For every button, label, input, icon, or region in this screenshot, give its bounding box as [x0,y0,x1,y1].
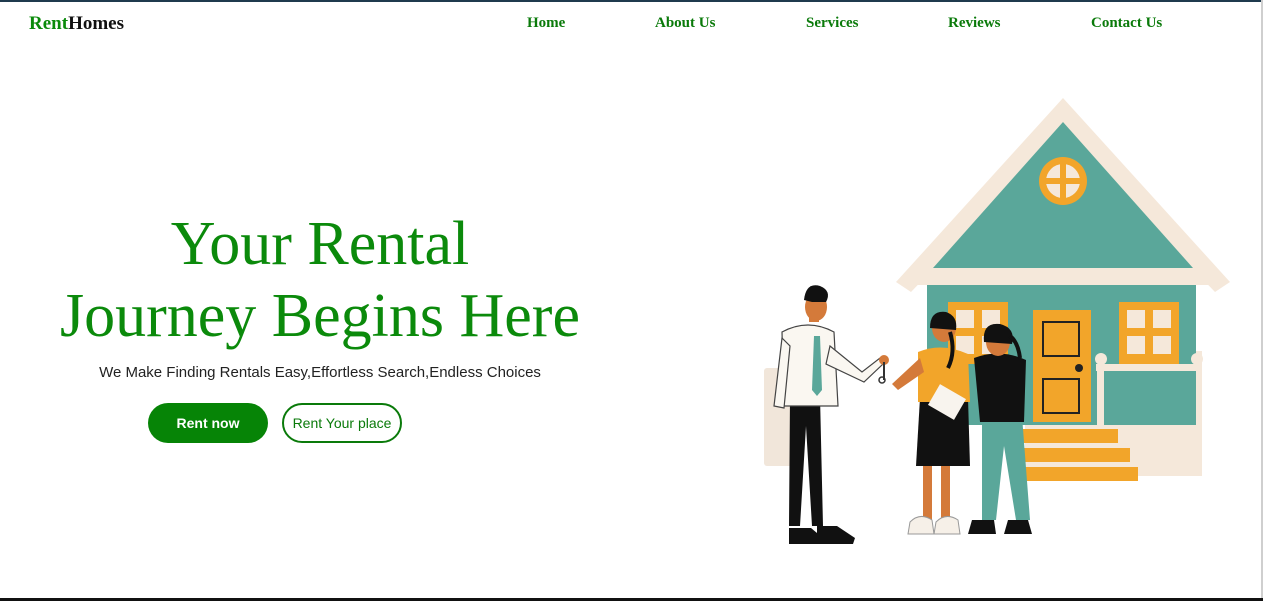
nav-home[interactable]: Home [527,15,565,32]
hero-illustration [764,98,1230,544]
top-border [0,0,1263,2]
nav-services[interactable]: Services [806,15,858,32]
rent-now-button[interactable]: Rent now [148,403,268,443]
hero-title-line1: Your Rental [170,210,470,278]
nav-reviews[interactable]: Reviews [948,15,1001,32]
nav-about-us[interactable]: About Us [655,15,715,32]
nav-contact-us[interactable]: Contact Us [1091,15,1162,32]
brand-logo-rent: Rent [29,13,69,34]
hero-subtitle: We Make Finding Rentals Easy,Effortless … [99,364,541,381]
agent-figure [764,285,889,544]
hero-title-line2: Journey Begins Here [60,282,580,350]
rent-your-place-button[interactable]: Rent Your place [282,403,402,443]
brand-logo-homes: Homes [68,13,124,34]
hero-title: Your Rental Journey Begins Here [20,208,620,352]
brand-logo[interactable]: RentHomes [29,12,124,36]
